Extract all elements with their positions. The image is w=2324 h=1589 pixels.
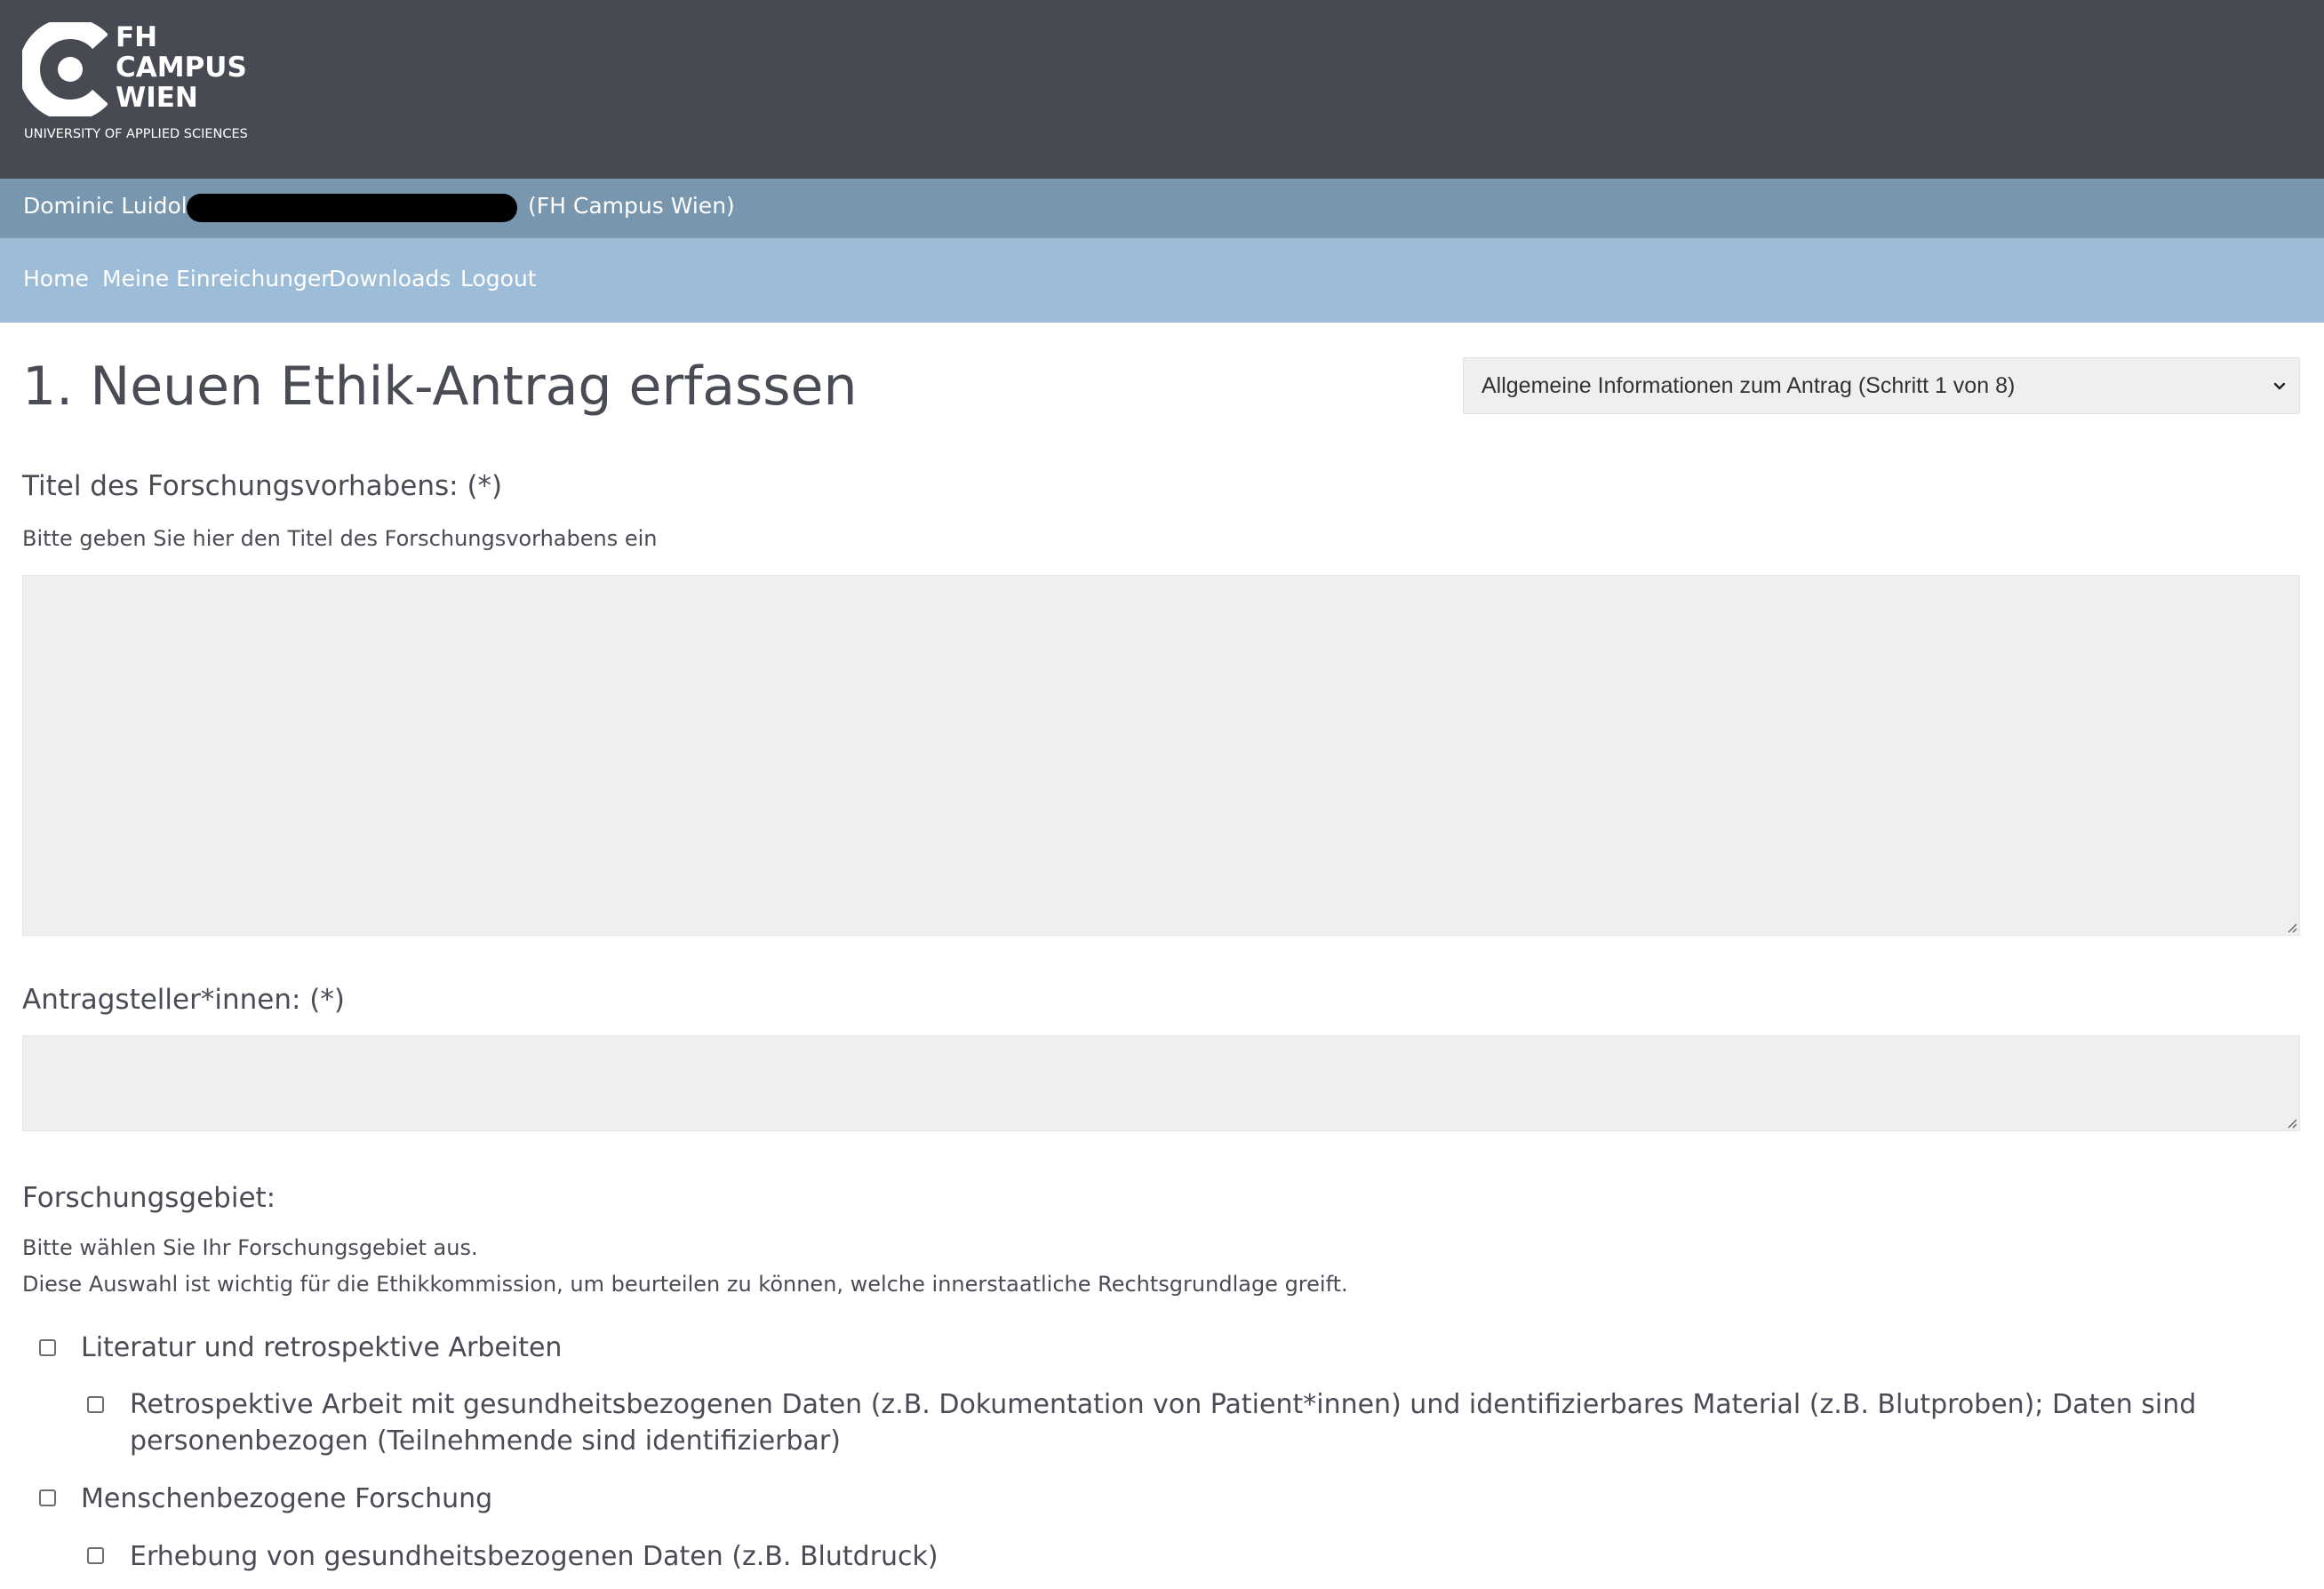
- research-title-textarea[interactable]: [22, 575, 2300, 936]
- logo-text-wien: WIEN: [116, 82, 198, 114]
- redacted-email: [187, 194, 517, 222]
- research-field-help-line2: Diese Auswahl ist wichtig für die Ethikk…: [22, 1272, 1348, 1297]
- research-title-help: Bitte geben Sie hier den Titel des Forsc…: [22, 526, 658, 551]
- applicants-textarea[interactable]: [22, 1035, 2300, 1131]
- checkbox-menschenbezogene-forschung[interactable]: [39, 1489, 56, 1506]
- logo-text-fh: FH: [116, 21, 158, 53]
- nav-home-link[interactable]: Home: [23, 266, 89, 291]
- step-select-value: Allgemeine Informationen zum Antrag (Sch…: [1481, 373, 2016, 398]
- resize-grip-icon[interactable]: [2285, 1116, 2297, 1129]
- checkbox-erhebung-gesundheitsdaten[interactable]: [87, 1547, 104, 1564]
- nav-downloads-link[interactable]: Downloads: [329, 266, 451, 291]
- chevron-down-icon: [2273, 382, 2286, 390]
- applicants-label: Antragsteller*innen: (*): [22, 984, 345, 1016]
- option-label-menschenbezogene-forschung: Menschenbezogene Forschung: [81, 1483, 493, 1514]
- research-field-label: Forschungsgebiet:: [22, 1182, 276, 1214]
- step-select-dropdown[interactable]: Allgemeine Informationen zum Antrag (Sch…: [1463, 357, 2300, 414]
- site-header: FH CAMPUS WIEN UNIVERSITY OF APPLIED SCI…: [0, 0, 2324, 179]
- option-label-erhebung-gesundheitsdaten: Erhebung von gesundheitsbezogenen Daten …: [130, 1541, 938, 1572]
- page-title: 1. Neuen Ethik-Antrag erfassen: [22, 355, 858, 418]
- research-field-help-line1: Bitte wählen Sie Ihr Forschungsgebiet au…: [22, 1235, 478, 1260]
- checkbox-literatur-retrospektive[interactable]: [39, 1339, 56, 1356]
- main-navigation: Home Meine Einreichungen Downloads Logou…: [0, 238, 2324, 323]
- campus-c-logo-icon: [22, 22, 108, 116]
- nav-logout-link[interactable]: Logout: [460, 266, 537, 291]
- option-label-retrospektive-gesundheitsdaten: Retrospektive Arbeit mit gesundheitsbezo…: [130, 1389, 2197, 1457]
- resize-grip-icon[interactable]: [2285, 921, 2297, 933]
- nav-meine-einreichungen-link[interactable]: Meine Einreichungen: [102, 266, 335, 291]
- option-label-literatur-retrospektive: Literatur und retrospektive Arbeiten: [81, 1332, 563, 1363]
- user-name: Dominic Luidold: [23, 193, 202, 219]
- user-organization: (FH Campus Wien): [528, 193, 735, 219]
- logo-subtitle: UNIVERSITY OF APPLIED SCIENCES: [24, 127, 248, 141]
- checkbox-retrospektive-gesundheitsdaten[interactable]: [87, 1396, 104, 1413]
- user-info-bar: Dominic Luidold (FH Campus Wien): [0, 179, 2324, 238]
- fh-campus-wien-logo[interactable]: FH CAMPUS WIEN UNIVERSITY OF APPLIED SCI…: [22, 21, 248, 147]
- research-title-label: Titel des Forschungsvorhabens: (*): [22, 470, 503, 502]
- logo-text-campus: CAMPUS: [116, 52, 247, 84]
